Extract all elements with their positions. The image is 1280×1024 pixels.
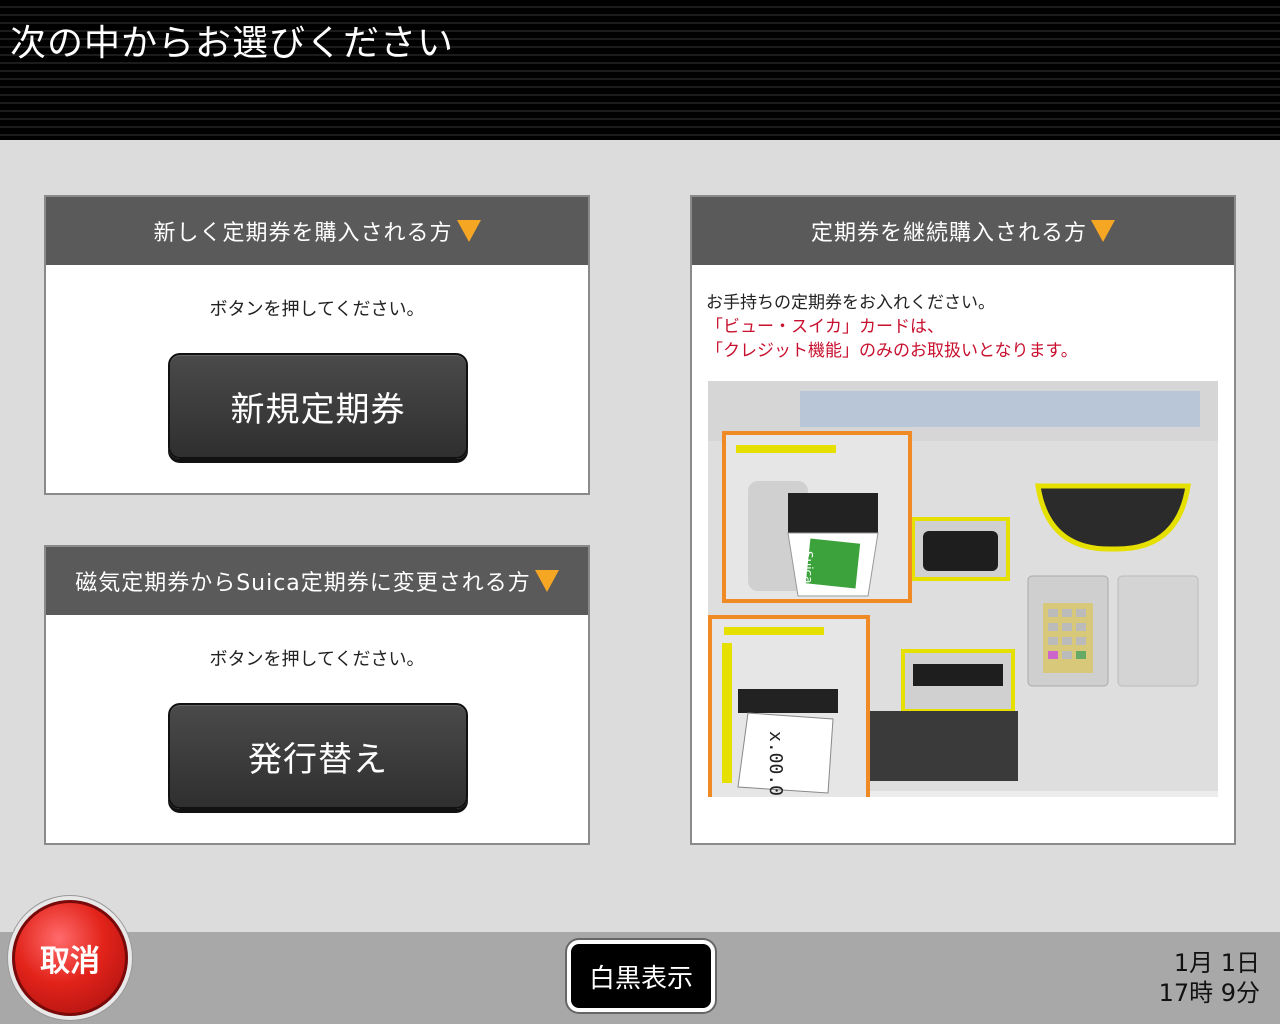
reissue-button[interactable]: 発行替え [168,703,468,809]
new-pass-instruction: ボタンを押してください。 [209,299,425,320]
new-pass-heading-text: 新しく定期券を購入される方 [153,221,453,246]
time-text: 17時 9分 [1158,979,1260,1007]
reissue-heading-text: 磁気定期券からSuica定期券に変更される方 [75,571,531,596]
renew-panel: 定期券を継続購入される方 お手持ちの定期券をお入れください。 「ビュー・スイカ」… [690,195,1236,845]
reissue-panel: 磁気定期券からSuica定期券に変更される方 ボタンを押してください。 発行替え [44,545,590,845]
renew-heading: 定期券を継続購入される方 [692,197,1234,265]
header-bar: 次の中からお選びください [0,0,1280,140]
suica-card-label: Suica [801,551,815,584]
monochrome-display-button[interactable]: 白黒表示 [567,940,715,1012]
ticket-label: x.00.00 [765,731,786,797]
new-pass-button[interactable]: 新規定期券 [168,353,468,459]
down-triangle-icon [456,220,481,242]
ticket-machine-illustration: Suica x.00.00 [708,381,1218,797]
reissue-heading: 磁気定期券からSuica定期券に変更される方 [46,547,588,615]
date-text: 1月 1日 [1173,949,1260,977]
renew-heading-text: 定期券を継続購入される方 [810,221,1087,246]
down-triangle-icon [1091,220,1115,242]
renew-instructions: お手持ちの定期券をお入れください。 「ビュー・スイカ」カードは、 「クレジット機… [706,291,1234,363]
reissue-instruction: ボタンを押してください。 [209,649,425,670]
new-pass-panel: 新しく定期券を購入される方 ボタンを押してください。 新規定期券 [44,195,590,495]
renew-instruction-line: お手持ちの定期券をお入れください。 [706,293,995,313]
new-pass-heading: 新しく定期券を購入される方 [46,197,588,265]
down-triangle-icon [534,570,559,592]
renew-notice-line: 「クレジット機能」のみのお取扱いとなります。 [706,341,1078,361]
datetime-display: 1月 1日 17時 9分 [1159,948,1260,1008]
page-title: 次の中からお選びください [10,23,455,64]
renew-notice-line: 「ビュー・スイカ」カードは、 [706,317,944,337]
cancel-button[interactable]: 取消 [12,900,128,1016]
